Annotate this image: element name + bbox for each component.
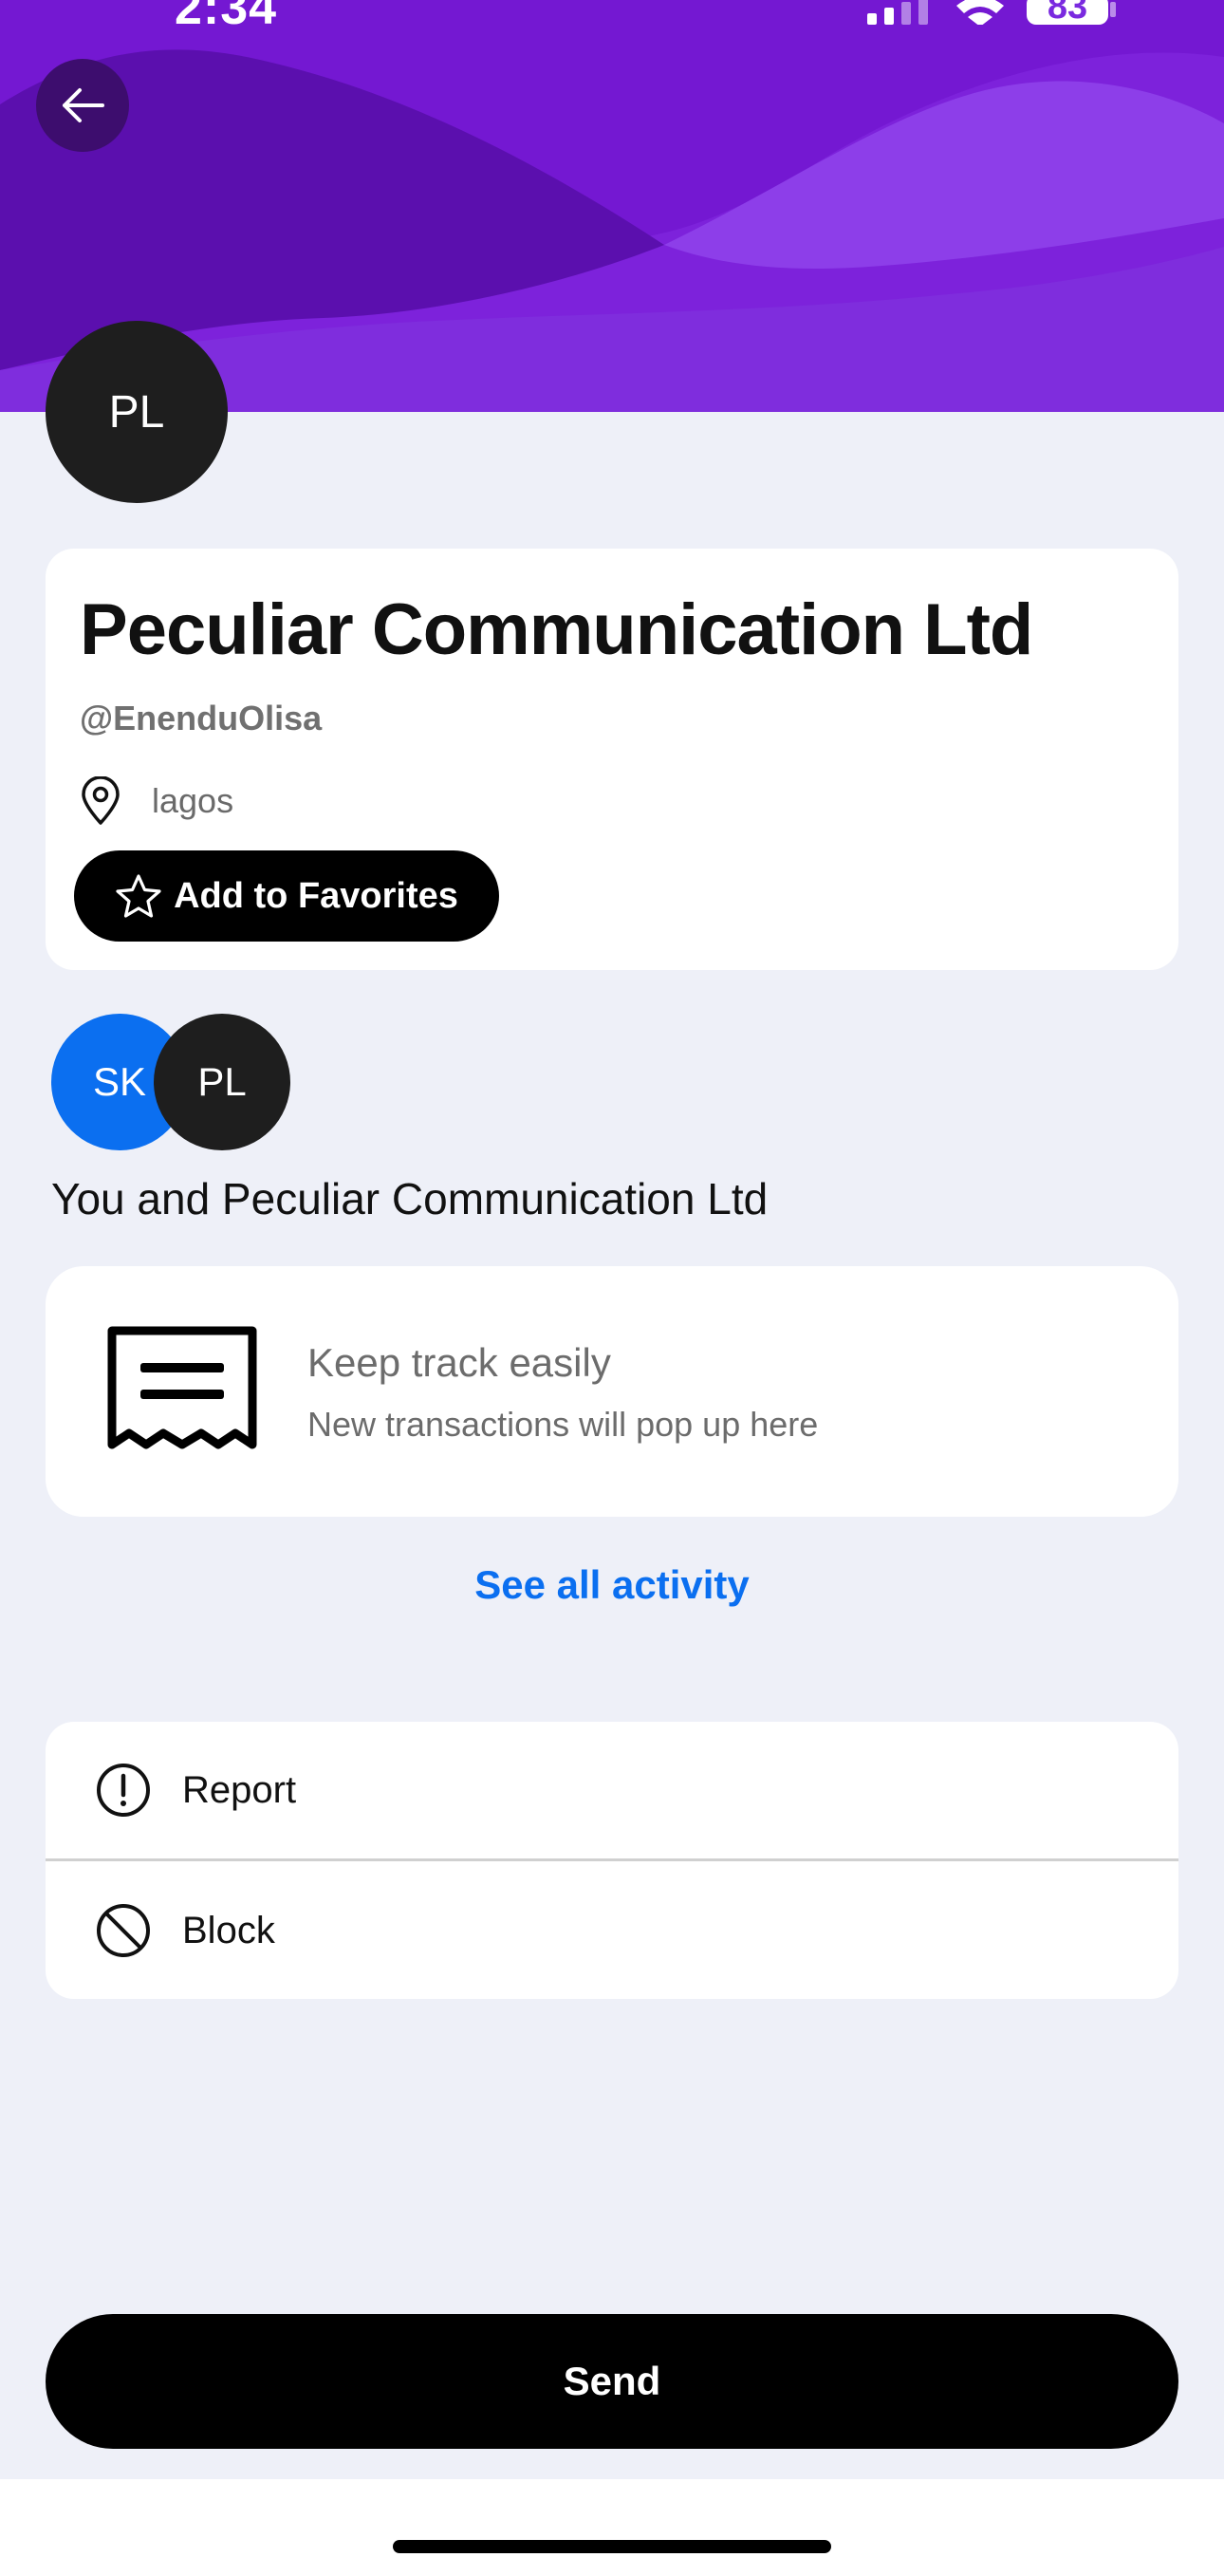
report-button[interactable]: Report bbox=[46, 1722, 1178, 1858]
status-bar: 2:34 83 bbox=[0, 0, 1224, 38]
arrow-left-icon bbox=[63, 88, 104, 122]
block-icon bbox=[97, 1904, 150, 1957]
cellular-signal-icon bbox=[867, 0, 928, 25]
send-button[interactable]: Send bbox=[46, 2314, 1178, 2449]
wifi-icon bbox=[956, 0, 1004, 25]
profile-card: Peculiar Communication Ltd @EnenduOlisa … bbox=[46, 549, 1178, 970]
empty-state-subtitle: New transactions will pop up here bbox=[307, 1405, 819, 1444]
profile-avatar: PL bbox=[46, 321, 228, 503]
block-button[interactable]: Block bbox=[46, 1862, 1178, 1999]
add-to-favorites-button[interactable]: Add to Favorites bbox=[74, 850, 499, 942]
bottom-safe-area bbox=[0, 2479, 1224, 2576]
status-time: 2:34 bbox=[175, 0, 278, 35]
location-text: lagos bbox=[152, 781, 234, 820]
exclamation-circle-icon bbox=[97, 1764, 150, 1817]
back-button[interactable] bbox=[36, 59, 129, 152]
profile-handle: @EnenduOlisa bbox=[80, 699, 323, 737]
divider bbox=[46, 1858, 1178, 1861]
actions-list: Report Block bbox=[46, 1722, 1178, 1999]
activity-empty-state: Keep track easily New transactions will … bbox=[46, 1266, 1178, 1517]
see-all-activity-link[interactable]: See all activity bbox=[0, 1562, 1224, 1608]
block-label: Block bbox=[182, 1909, 275, 1951]
avatar-contact: PL bbox=[154, 1014, 290, 1150]
battery-level: 83 bbox=[1047, 0, 1088, 27]
location-pin-icon bbox=[82, 776, 120, 825]
home-indicator bbox=[393, 2540, 831, 2553]
shared-activity-heading: You and Peculiar Communication Ltd bbox=[51, 1174, 769, 1223]
report-label: Report bbox=[182, 1768, 297, 1811]
location-row: lagos bbox=[80, 776, 233, 826]
battery-cap bbox=[1110, 2, 1116, 17]
receipt-icon bbox=[107, 1326, 257, 1449]
empty-state-title: Keep track easily bbox=[307, 1340, 611, 1385]
add-to-favorites-label: Add to Favorites bbox=[174, 875, 458, 916]
battery-icon: 83 bbox=[1027, 0, 1122, 27]
star-icon bbox=[116, 874, 161, 918]
profile-name: Peculiar Communication Ltd bbox=[80, 589, 1033, 670]
contact-profile-screen: 2:34 83 PL Peculiar Communication Ltd @E… bbox=[0, 0, 1224, 2576]
